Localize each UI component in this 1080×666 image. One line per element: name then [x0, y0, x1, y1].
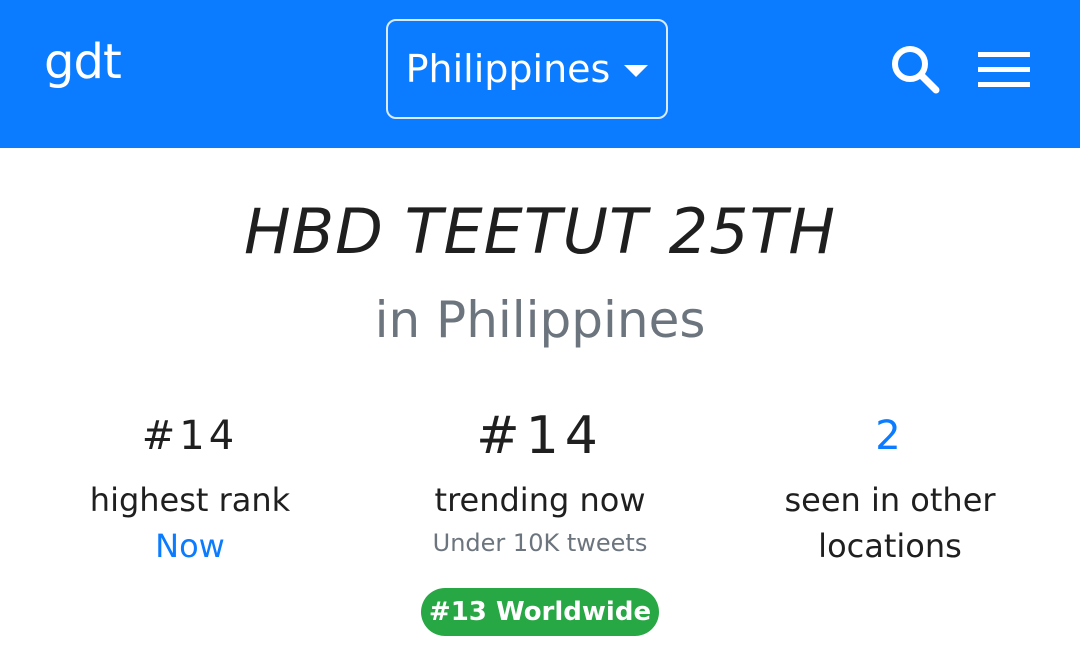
app-logo[interactable]: gdt: [44, 34, 122, 90]
country-select[interactable]: Philippines: [386, 19, 668, 119]
stat-other-locations[interactable]: 2 seen in other locations: [740, 405, 1040, 569]
trending-now-value: #14: [476, 406, 604, 466]
stat-highest-rank: #14 highest rank Now: [40, 405, 340, 569]
menu-button[interactable]: [974, 40, 1034, 100]
highest-rank-value: #14: [141, 413, 239, 459]
worldwide-rank-badge[interactable]: #13 Worldwide: [421, 588, 659, 636]
stat-trending-now: #14 trending now Under 10K tweets: [390, 405, 690, 563]
top-nav-bar: gdt Philippines: [0, 0, 1080, 148]
trending-now-label: trending now: [434, 481, 646, 519]
highest-rank-when: Now: [155, 527, 225, 565]
highest-rank-label: highest rank: [89, 481, 291, 519]
menu-icon: [978, 52, 1030, 87]
other-locations-label: seen in other locations: [784, 481, 996, 565]
caret-down-icon: [624, 65, 649, 77]
trend-location: in Philippines: [374, 291, 706, 349]
search-icon: [892, 46, 940, 94]
country-select-label: Philippines: [405, 47, 611, 91]
tweet-volume: Under 10K tweets: [432, 529, 648, 557]
search-button[interactable]: [886, 40, 946, 100]
trend-title: HBD TEETUT 25TH: [243, 195, 837, 268]
other-locations-value[interactable]: 2: [740, 405, 1040, 467]
